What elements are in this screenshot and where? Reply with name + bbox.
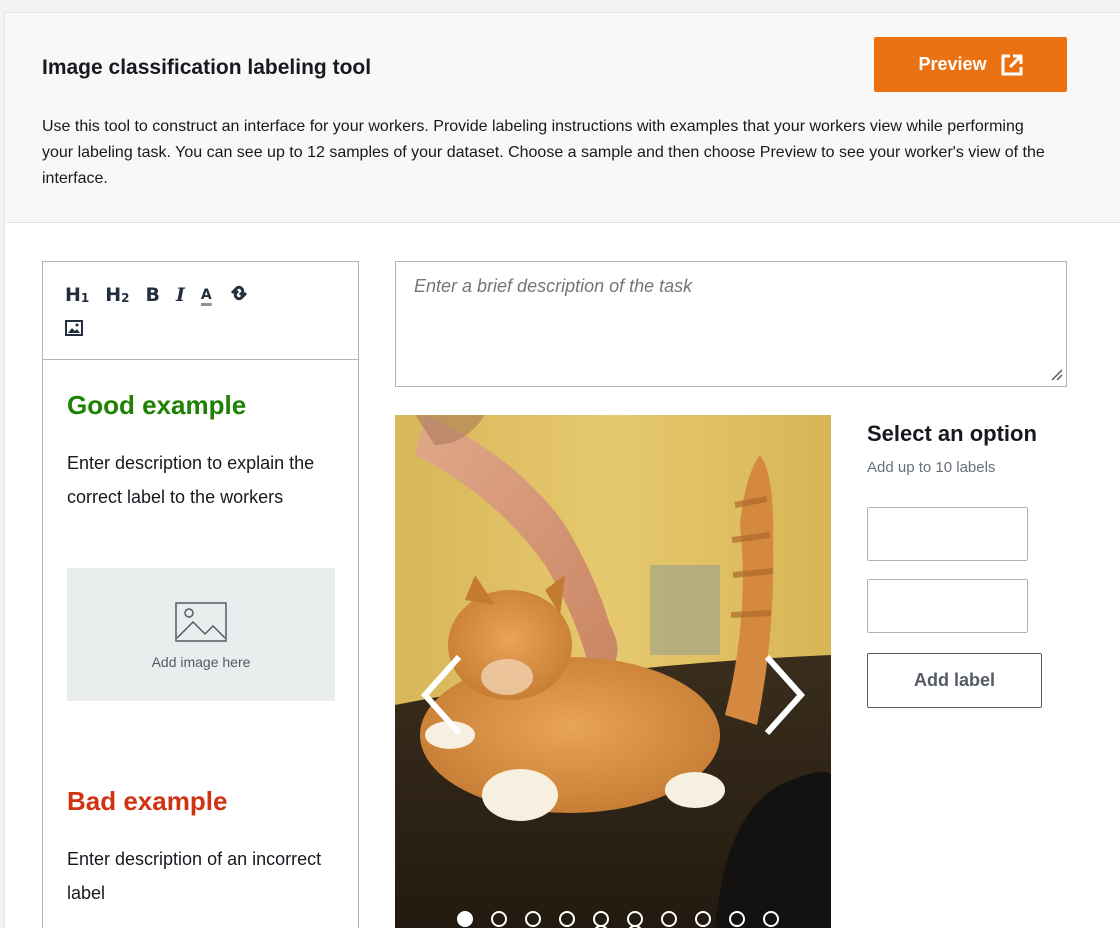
- label-input-1[interactable]: [867, 507, 1028, 561]
- next-sample-arrow[interactable]: [763, 653, 807, 737]
- labeling-tool-page: Image classification labeling tool Previ…: [4, 12, 1120, 928]
- add-image-dropzone[interactable]: Add image here: [67, 568, 335, 701]
- carousel-dot-1[interactable]: [457, 911, 473, 927]
- editor-toolbar: H1 H2 B I A: [43, 262, 358, 360]
- heading1-sub: 1: [80, 290, 90, 305]
- sample-image-carousel[interactable]: [395, 415, 831, 928]
- bad-example-text: Enter description of an incorrect label: [67, 849, 322, 903]
- heading1-label: H: [65, 283, 81, 306]
- carousel-dot-2[interactable]: [491, 911, 507, 927]
- link-icon[interactable]: [228, 282, 250, 309]
- previous-sample-arrow[interactable]: [419, 653, 463, 737]
- heading2-sub: 2: [121, 290, 130, 305]
- instructions-editor: H1 H2 B I A Good example Enter descripti…: [42, 261, 359, 928]
- italic-label: I: [176, 283, 185, 306]
- options-subtitle: Add up to 10 labels: [867, 459, 996, 476]
- label-input-2[interactable]: [867, 579, 1028, 633]
- task-description-input[interactable]: [395, 261, 1067, 387]
- text-color-button[interactable]: A: [201, 288, 212, 302]
- bold-button[interactable]: B: [146, 285, 160, 305]
- good-example-heading: Good example: [67, 390, 247, 420]
- carousel-dot-4[interactable]: [559, 911, 575, 927]
- heading2-label: H: [105, 283, 122, 306]
- insert-image-icon[interactable]: [65, 320, 83, 341]
- carousel-dot-9[interactable]: [729, 911, 745, 927]
- preview-button[interactable]: Preview: [874, 37, 1067, 92]
- carousel-dot-7[interactable]: [661, 911, 677, 927]
- preview-label: Preview: [918, 54, 987, 74]
- bad-example-heading: Bad example: [67, 786, 228, 816]
- heading1-button[interactable]: H1: [65, 283, 90, 306]
- page-title: Image classification labeling tool: [42, 56, 372, 79]
- good-example-text: Enter description to explain the correct…: [67, 453, 315, 507]
- italic-button[interactable]: I: [176, 283, 185, 306]
- carousel-dot-10[interactable]: [763, 911, 779, 927]
- carousel-dot-3[interactable]: [525, 911, 541, 927]
- external-link-icon: [1001, 54, 1023, 75]
- heading2-button[interactable]: H2: [105, 283, 130, 306]
- image-placeholder-icon: [175, 602, 227, 642]
- carousel-dot-8[interactable]: [695, 911, 711, 927]
- add-image-label: Add image here: [151, 654, 251, 670]
- options-title: Select an option: [867, 421, 1037, 446]
- resize-handle-icon[interactable]: [1049, 367, 1063, 381]
- tool-description: Use this tool to construct an interface …: [42, 118, 1045, 187]
- header: Image classification labeling tool Previ…: [5, 13, 1120, 223]
- add-label-button[interactable]: Add label: [867, 653, 1042, 708]
